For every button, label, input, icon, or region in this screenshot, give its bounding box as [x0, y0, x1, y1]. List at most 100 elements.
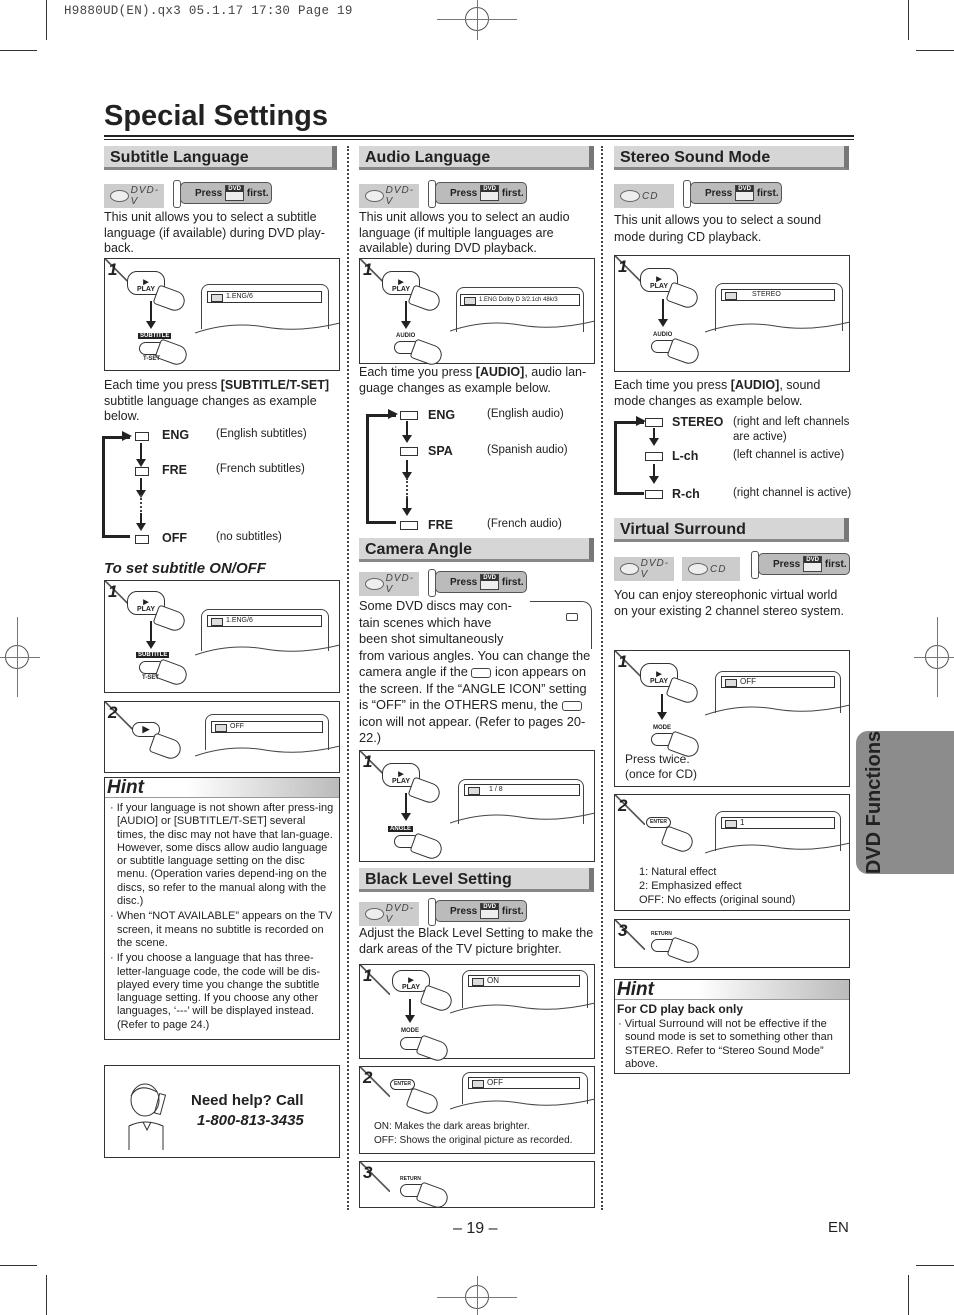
screen-wave [450, 1002, 595, 1014]
registration-mark [0, 657, 40, 658]
registration-mark [17, 617, 18, 697]
registration-mark [477, 0, 478, 40]
subtitle-each-time: Each time you press [SUBTITLE/T-SET] sub… [104, 378, 330, 423]
subtitle-icon [135, 535, 149, 544]
hand-icon [666, 337, 702, 367]
camera-intro: Some DVD discs may con-tain scenes which… [359, 598, 591, 745]
section-heading-subtitle-language: Subtitle Language [104, 146, 337, 170]
camera-angle-icon [561, 700, 582, 711]
black-level-step-1: 1 ▶ PLAY MODE ON [359, 964, 595, 1064]
osd-black-level: ON [468, 975, 580, 987]
column-divider [601, 146, 604, 1210]
mode-key-label: MODE [653, 725, 671, 731]
step-number: 1 [108, 260, 118, 279]
cd-disc-badge: CD [682, 557, 740, 581]
subtitle-step-1: 1 ▶ PLAY SUBTITLE T-SET 1.ENG/6 [104, 258, 340, 371]
side-tab-label: DVD Functions [863, 730, 886, 875]
dvd-button-icon: DVD [480, 903, 499, 919]
virtual-step-note: Press twice. [625, 752, 690, 766]
ellipsis-dots [140, 495, 142, 515]
step-number: 3 [618, 921, 628, 940]
hand-icon [415, 1034, 451, 1064]
print-slug: H9880UD(EN).qx3 05.1.17 17:30 Page 19 [64, 4, 353, 18]
title-rule [104, 139, 854, 140]
arrow-right-icon [122, 431, 132, 441]
hint-title: Hint [615, 980, 849, 1000]
hand-icon [154, 658, 190, 688]
arrow-down-icon [401, 793, 411, 821]
screen-wave [450, 1098, 595, 1110]
arrow-down-icon [405, 999, 415, 1023]
crop-mark [0, 1265, 37, 1266]
hand-icon [415, 1181, 451, 1211]
hand-icon [407, 284, 443, 314]
mode-key-label: MODE [401, 1028, 419, 1034]
osd-stereo: STEREO [721, 289, 835, 301]
dvd-disc-badge: DVD-V [359, 184, 419, 208]
stereo-each-time: Each time you press [AUDIO], sound mode … [614, 378, 821, 408]
hand-icon [409, 338, 445, 368]
crop-mark [46, 0, 47, 40]
hand-icon [665, 281, 701, 311]
osd-black-level: OFF [468, 1077, 580, 1089]
subtitle-icon [135, 467, 149, 476]
disc-icon [365, 578, 384, 590]
tset-key-label: T-SET [142, 675, 160, 681]
hand-icon [152, 284, 188, 314]
hand-icon [666, 936, 702, 966]
camera-step-1: 1 ▶ PLAY ANGLE 1 / 8 [359, 750, 595, 862]
subtitle-onoff-step-2: 2 ▶ OFF [104, 701, 340, 773]
subtitle-onoff-step-1: 1 ▶ PLAY SUBTITLE T-SET 1.ENG/6 [104, 580, 340, 693]
osd-subtitle: 1.ENG/6 [207, 615, 322, 627]
black-level-step-3: 3 RETURN [359, 1161, 595, 1211]
screen-wave [450, 320, 595, 332]
press-dvd-first-badge: Press DVD first. [428, 898, 527, 926]
column-divider [347, 146, 350, 1210]
virtual-effect-note: OFF: No effects (original sound) [639, 894, 796, 906]
audio-icon [400, 411, 418, 420]
step-number: 3 [363, 1163, 373, 1182]
osd-virtual: 1 [721, 817, 835, 829]
crop-mark [46, 1275, 47, 1315]
arrow-right-icon [388, 409, 398, 419]
press-dvd-first-badge: Press DVD first. [428, 569, 527, 597]
arrow-down-icon [146, 621, 156, 649]
screen-wave [450, 812, 595, 824]
press-dvd-first-badge: Press DVD first. [751, 551, 850, 579]
black-level-note: OFF: Shows the original picture as recor… [374, 1135, 573, 1146]
screen-wave [195, 745, 340, 757]
osd-angle: 1 / 8 [464, 784, 580, 796]
help-box: Need help? Call 1-800-813-3435 [104, 1065, 340, 1158]
help-phone: 1-800-813-3435 [197, 1112, 304, 1129]
virtual-step-note: (once for CD) [625, 767, 698, 781]
osd-subtitle: OFF [211, 721, 323, 733]
disc-icon [688, 563, 708, 575]
cycle-loop-arrow [614, 421, 644, 495]
arrow-down-icon [136, 513, 146, 531]
help-text: Need help? Call [191, 1092, 304, 1109]
arrow-down-icon [136, 478, 146, 498]
subtitle-key-label: SUBTITLE [136, 652, 170, 658]
screen-wave [705, 321, 850, 333]
hand-icon [148, 732, 184, 762]
press-label: Press [195, 187, 223, 199]
hint-item: · Virtual Surround will not be effective… [618, 1018, 833, 1070]
dvd-button-icon: DVD [225, 185, 244, 201]
virtual-intro: You can enjoy stereophonic virtual world… [614, 588, 844, 618]
step-number: 1 [363, 260, 373, 279]
hint-title: Hint [105, 778, 339, 798]
osd-virtual: OFF [721, 676, 835, 688]
arrow-down-icon [649, 464, 659, 484]
step-number: 2 [363, 1068, 373, 1087]
dvd-disc-badge: DVD-V [359, 572, 419, 596]
section-heading-audio-language: Audio Language [359, 146, 594, 170]
step-number: 2 [618, 796, 628, 815]
osd-audio: 1.ENG Dolby D 3/2.1ch 48k/3 [460, 294, 580, 306]
cd-disc-badge: CD [614, 184, 674, 208]
audio-key-label: AUDIO [396, 333, 416, 339]
cycle-loop-arrow [102, 436, 130, 538]
audio-icon [400, 447, 418, 456]
step-number: 2 [108, 703, 118, 722]
arrow-down-icon [649, 428, 659, 446]
crop-mark [908, 0, 909, 40]
